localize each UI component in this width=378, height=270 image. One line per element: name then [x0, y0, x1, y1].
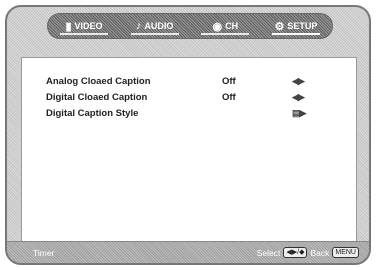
tab-label: AUDIO	[144, 21, 174, 31]
menu-item-value: Off	[222, 75, 236, 87]
menu-key-icon: MENU	[332, 247, 359, 258]
tab-channel[interactable]: ◉ CH	[195, 15, 255, 37]
top-tab-bar: ▮ VIDEO ♪ AUDIO ◉ CH ⚙ SETUP	[47, 13, 333, 39]
tab-underline	[60, 33, 108, 35]
tab-label: CH	[225, 21, 239, 31]
tab-underline	[271, 33, 320, 35]
menu-item-label: Digital Caption Style	[46, 107, 139, 119]
footer-bar: Timer Select ◀▶/◆ Back MENU	[7, 241, 369, 263]
audio-icon: ♪	[135, 20, 142, 32]
tab-underline	[201, 33, 250, 35]
menu-item-digital-caption[interactable]: Digital Cloaed Caption Off ◀▶	[46, 90, 356, 104]
submenu-enter-icon[interactable]: ▤▶	[292, 108, 306, 119]
settings-icon: ⚙	[274, 20, 285, 33]
left-right-arrow-icon[interactable]: ◀▶	[292, 92, 305, 103]
tv-icon: ▮	[65, 20, 72, 33]
menu-item-label: Digital Cloaed Caption	[46, 91, 148, 103]
menu-item-value: Off	[222, 91, 236, 103]
tab-setup[interactable]: ⚙ SETUP	[266, 15, 326, 37]
footer-hints: Select ◀▶/◆ Back MENU	[257, 247, 359, 258]
footer-timer-label: Timer	[33, 247, 55, 258]
tab-label: VIDEO	[74, 21, 103, 31]
menu-panel: Analog Cloaed Caption Off ◀▶ Digital Clo…	[21, 57, 357, 245]
menu-item-label: Analog Cloaed Caption	[46, 75, 151, 87]
back-hint-label: Back	[310, 247, 330, 258]
channel-icon: ◉	[212, 20, 223, 33]
tab-underline	[130, 33, 179, 35]
menu-item-analog-caption[interactable]: Analog Cloaed Caption Off ◀▶	[46, 74, 356, 88]
navigation-keys-icon: ◀▶/◆	[283, 247, 308, 258]
tab-video[interactable]: ▮ VIDEO	[54, 15, 114, 37]
select-hint-label: Select	[256, 247, 281, 258]
menu-item-digital-caption-style[interactable]: Digital Caption Style ▤▶	[46, 106, 356, 120]
left-right-arrow-icon[interactable]: ◀▶	[292, 76, 305, 87]
osd-menu-frame: ▮ VIDEO ♪ AUDIO ◉ CH ⚙ SETUP Analog Cloa…	[5, 5, 371, 265]
tab-label: SETUP	[287, 21, 318, 31]
tab-audio[interactable]: ♪ AUDIO	[125, 15, 185, 37]
